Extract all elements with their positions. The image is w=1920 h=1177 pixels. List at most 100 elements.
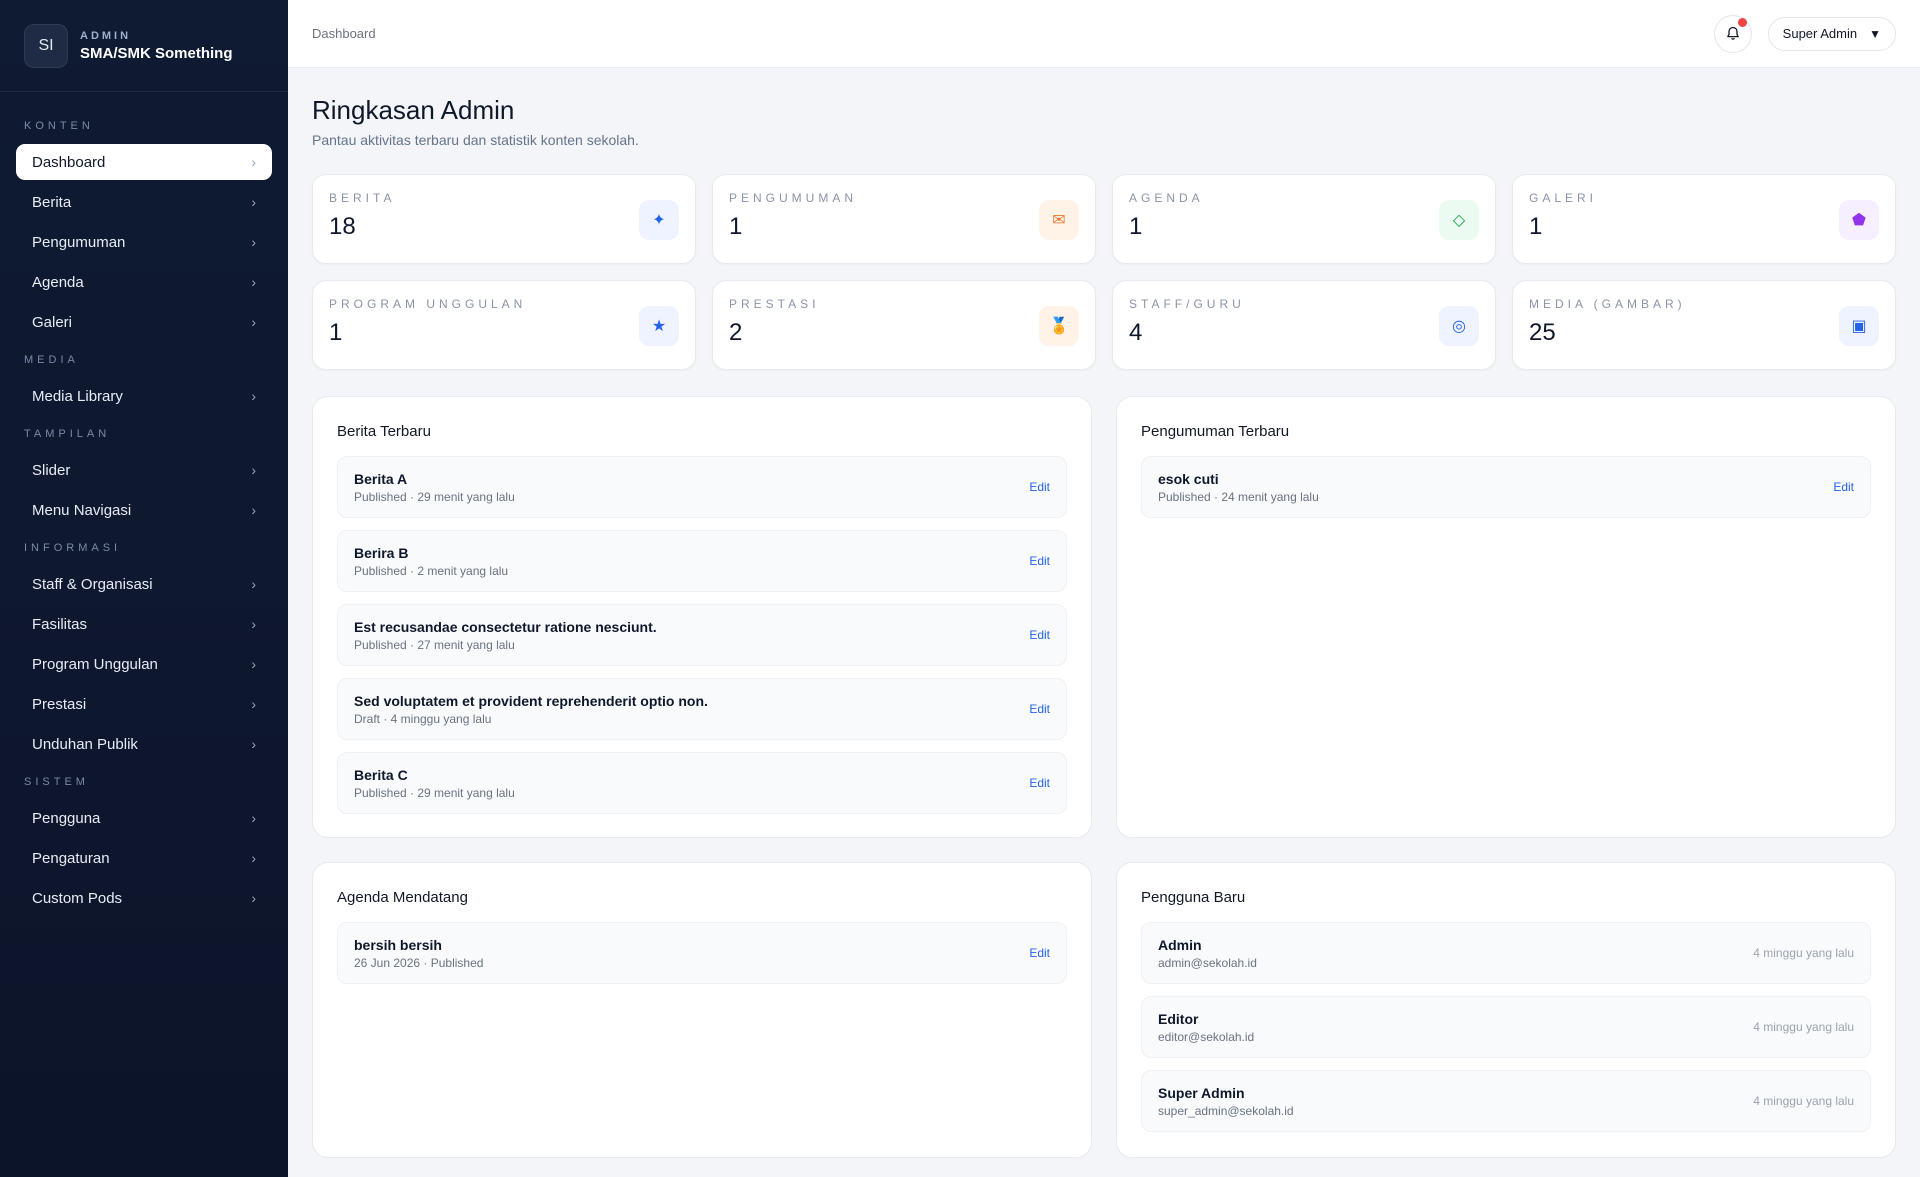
agenda-list: bersih bersih 26 Jun 2026 · Published Edit	[337, 922, 1067, 984]
sidebar-item-custom-pods[interactable]: Custom Pods ›	[16, 880, 272, 916]
list-item[interactable]: esok cuti Published · 24 menit yang lalu E…	[1141, 456, 1871, 518]
stat-card-staff-guru[interactable]: STAFF/GURU 4 ◎	[1112, 280, 1496, 370]
sidebar-item-program-unggulan[interactable]: Program Unggulan ›	[16, 646, 272, 682]
list-item[interactable]: Editor editor@sekolah.id 4 minggu yang lal…	[1141, 996, 1871, 1058]
stat-card-prestasi[interactable]: PRESTASI 2 🏅	[712, 280, 1096, 370]
star-icon: ★	[639, 306, 679, 346]
list-item[interactable]: Super Admin super_admin@sekolah.id 4 mingg…	[1141, 1070, 1871, 1132]
edit-link[interactable]: Edit	[1029, 554, 1050, 568]
list-item-title: Admin	[1158, 936, 1202, 953]
sidebar-item-slider[interactable]: Slider ›	[16, 452, 272, 488]
sparkle-icon: ✦	[639, 200, 679, 240]
sidebar-item-menu-navigasi[interactable]: Menu Navigasi ›	[16, 492, 272, 528]
notification-button[interactable]	[1713, 14, 1752, 53]
list-item-meta: Draft · 4 minggu yang lalu	[354, 711, 492, 726]
brand-kicker: ADMIN	[80, 29, 132, 42]
sidebar-item-media-library[interactable]: Media Library ›	[16, 378, 272, 414]
stat-card-pengumuman[interactable]: PENGUMUMAN 1 ✉	[712, 174, 1096, 264]
panel-title: Berita Terbaru	[337, 423, 431, 440]
sidebar-item-fasilitas[interactable]: Fasilitas ›	[16, 606, 272, 642]
brand[interactable]: SI ADMIN SMA/SMK Something	[0, 0, 288, 92]
edit-link[interactable]: Edit	[1029, 702, 1050, 716]
chevron-right-icon: ›	[251, 234, 256, 250]
sidebar-item-label: Fasilitas	[32, 615, 88, 633]
sidebar-item-label: Staff & Organisasi	[32, 575, 153, 593]
stat-label: PROGRAM UNGGULAN	[329, 297, 527, 311]
sidebar-item-staff-organisasi[interactable]: Staff & Organisasi ›	[16, 566, 272, 602]
stat-value: 1	[329, 319, 343, 346]
chevron-right-icon: ›	[251, 736, 256, 752]
sidebar-item-pengguna[interactable]: Pengguna ›	[16, 800, 272, 836]
sidebar-item-unduhan-publik[interactable]: Unduhan Publik ›	[16, 726, 272, 762]
stat-label: MEDIA (GAMBAR)	[1529, 297, 1686, 311]
stat-card-media-gambar[interactable]: MEDIA (GAMBAR) 25 ▣	[1512, 280, 1896, 370]
list-item[interactable]: bersih bersih 26 Jun 2026 · Published Edit	[337, 922, 1067, 984]
list-item[interactable]: Berira B Published · 2 menit yang lalu Edi…	[337, 530, 1067, 592]
sidebar-item-label: Menu Navigasi	[32, 501, 132, 519]
sidebar-item-prestasi[interactable]: Prestasi ›	[16, 686, 272, 722]
list-item-meta: editor@sekolah.id	[1158, 1029, 1255, 1044]
sidebar-item-berita[interactable]: Berita ›	[16, 184, 272, 220]
stat-label: STAFF/GURU	[1129, 297, 1245, 311]
medal-icon: 🏅	[1039, 306, 1079, 346]
stat-label: PENGUMUMAN	[729, 191, 858, 205]
panel-pengguna-baru: Pengguna Baru Admin admin@sekolah.id 4 min…	[1116, 862, 1896, 1158]
pengumuman-list: esok cuti Published · 24 menit yang lalu E…	[1141, 456, 1871, 518]
edit-link[interactable]: Edit	[1833, 480, 1854, 494]
breadcrumb[interactable]: Dashboard	[312, 26, 376, 41]
list-item-main: Berita A Published · 29 menit yang lalu	[354, 471, 515, 504]
chevron-right-icon: ›	[251, 462, 256, 478]
list-item[interactable]: Est recusandae consectetur ratione nesci…	[337, 604, 1067, 666]
sidebar: SI ADMIN SMA/SMK Something KONTEN Dashboa…	[0, 0, 288, 1177]
stat-card-berita[interactable]: BERITA 18 ✦	[312, 174, 696, 264]
main-content: Ringkasan Admin Pantau aktivitas terbaru…	[288, 68, 1920, 1177]
stat-label: PRESTASI	[729, 297, 820, 311]
list-item-title: Sed voluptatem et provident reprehenderi…	[354, 692, 708, 709]
sidebar-item-label: Galeri	[32, 313, 73, 331]
list-item-meta: admin@sekolah.id	[1158, 955, 1257, 970]
notification-dot	[1737, 17, 1747, 27]
sidebar-item-pengaturan[interactable]: Pengaturan ›	[16, 840, 272, 876]
edit-link[interactable]: Edit	[1029, 776, 1050, 790]
sidebar-item-pengumuman[interactable]: Pengumuman ›	[16, 224, 272, 260]
list-item-main: Super Admin super_admin@sekolah.id	[1158, 1085, 1294, 1118]
list-item-main: Editor editor@sekolah.id	[1158, 1011, 1254, 1044]
sidebar-item-agenda[interactable]: Agenda ›	[16, 264, 272, 300]
list-item[interactable]: Berita C Published · 29 menit yang lalu Ed…	[337, 752, 1067, 814]
chevron-right-icon: ›	[251, 274, 256, 290]
stats-grid: BERITA 18 ✦ PENGUMUMAN 1 ✉ AGENDA 1 ◇ GALERI 1 ⬟ PRO…	[312, 174, 1896, 370]
sidebar-item-label: Prestasi	[32, 695, 87, 713]
sidebar-item-dashboard[interactable]: Dashboard ›	[16, 144, 272, 180]
brand-name: SMA/SMK Something	[80, 44, 233, 62]
stat-card-program-unggulan[interactable]: PROGRAM UNGGULAN 1 ★	[312, 280, 696, 370]
pentagon-icon: ⬟	[1839, 200, 1879, 240]
list-item[interactable]: Admin admin@sekolah.id 4 minggu yang lalu	[1141, 922, 1871, 984]
list-item-meta: 26 Jun 2026 · Published	[354, 955, 484, 970]
list-item-main: bersih bersih 26 Jun 2026 · Published	[354, 937, 483, 970]
list-item-title: Berita A	[354, 470, 408, 487]
list-item-title: Super Admin	[1158, 1084, 1245, 1101]
user-menu-button[interactable]: Super Admin ▼	[1767, 16, 1896, 51]
mail-icon: ✉	[1039, 200, 1079, 240]
sidebar-item-label: Pengaturan	[32, 849, 110, 867]
edit-link[interactable]: Edit	[1029, 628, 1050, 642]
list-item-meta: Published · 29 menit yang lalu	[354, 785, 515, 800]
chevron-right-icon: ›	[251, 810, 256, 826]
chevron-right-icon: ›	[251, 656, 256, 672]
chevron-right-icon: ›	[251, 890, 256, 906]
stat-label: BERITA	[329, 191, 396, 205]
stat-card-agenda[interactable]: AGENDA 1 ◇	[1112, 174, 1496, 264]
chevron-right-icon: ›	[251, 388, 256, 404]
stat-card-galeri[interactable]: GALERI 1 ⬟	[1512, 174, 1896, 264]
nav-section-media: MEDIA	[24, 354, 79, 366]
chevron-right-icon: ›	[251, 314, 256, 330]
list-item[interactable]: Berita A Published · 29 menit yang lalu Ed…	[337, 456, 1067, 518]
list-item-main: Sed voluptatem et provident reprehenderi…	[354, 693, 708, 726]
sidebar-item-galeri[interactable]: Galeri ›	[16, 304, 272, 340]
edit-link[interactable]: Edit	[1029, 946, 1050, 960]
list-item-main: Est recusandae consectetur ratione nesci…	[354, 619, 657, 652]
list-item[interactable]: Sed voluptatem et provident reprehenderi…	[337, 678, 1067, 740]
edit-link[interactable]: Edit	[1029, 480, 1050, 494]
stat-value: 2	[729, 319, 743, 346]
nav-section-informasi: INFORMASI	[24, 542, 122, 554]
